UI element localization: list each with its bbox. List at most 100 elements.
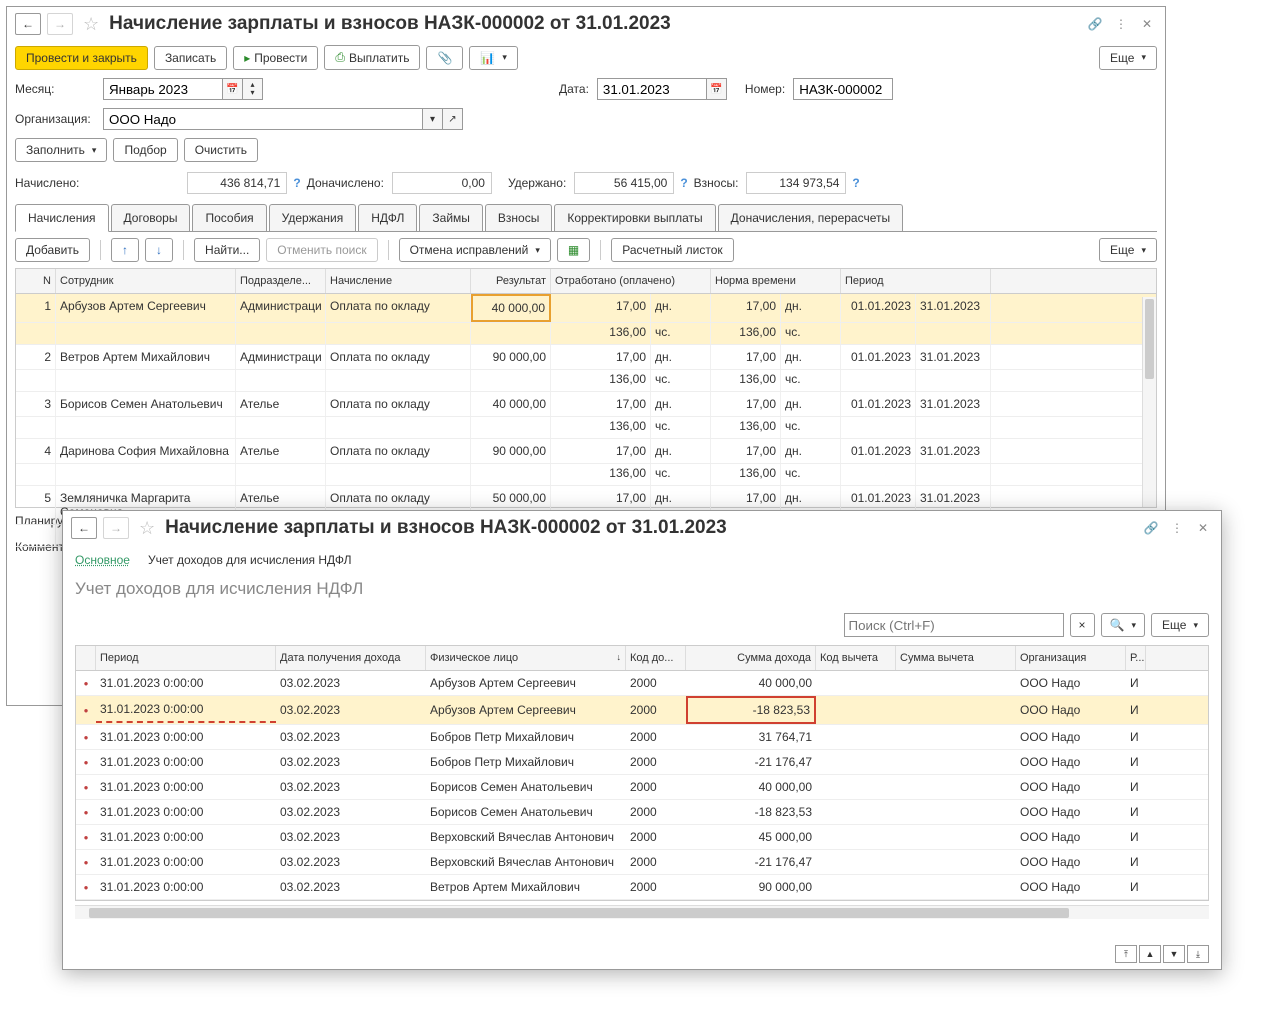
- more-button-2[interactable]: Еще: [1151, 613, 1209, 637]
- favorite-icon[interactable]: ☆: [83, 14, 99, 35]
- table-row[interactable]: ●31.01.2023 0:00:0003.02.2023Ветров Арте…: [76, 875, 1208, 900]
- table-row[interactable]: ●31.01.2023 0:00:0003.02.2023Верховский …: [76, 850, 1208, 875]
- favorite-icon-2[interactable]: ☆: [139, 518, 155, 539]
- vertical-scrollbar[interactable]: [1142, 297, 1156, 507]
- col-income-sum[interactable]: Сумма дохода: [686, 646, 816, 670]
- forward-button-2[interactable]: →: [103, 517, 129, 539]
- col-income-code[interactable]: Код до...: [626, 646, 686, 670]
- link-icon[interactable]: 🔗: [1085, 14, 1105, 34]
- page-down-button[interactable]: ▼: [1163, 945, 1185, 963]
- fill-button[interactable]: Заполнить: [15, 138, 107, 162]
- table-row[interactable]: ●31.01.2023 0:00:0003.02.2023Борисов Сем…: [76, 775, 1208, 800]
- back-button[interactable]: ←: [15, 13, 41, 35]
- col-r[interactable]: Р...: [1126, 646, 1146, 670]
- col-employee[interactable]: Сотрудник: [56, 269, 236, 293]
- table-row[interactable]: ●31.01.2023 0:00:0003.02.2023Борисов Сем…: [76, 800, 1208, 825]
- tab-2[interactable]: Пособия: [192, 204, 266, 231]
- search-mode-button[interactable]: 🔍: [1101, 613, 1145, 637]
- col-result[interactable]: Результат: [471, 269, 551, 293]
- menu-icon[interactable]: ⋮: [1111, 14, 1131, 34]
- tab-8[interactable]: Доначисления, перерасчеты: [718, 204, 903, 231]
- horizontal-scrollbar[interactable]: [75, 905, 1209, 919]
- help-icon-2[interactable]: ?: [680, 176, 687, 190]
- table-row[interactable]: ●31.01.2023 0:00:0003.02.2023Верховский …: [76, 825, 1208, 850]
- cancel-search-button[interactable]: Отменить поиск: [266, 238, 377, 262]
- save-button[interactable]: Записать: [154, 46, 227, 70]
- table-row[interactable]: ●31.01.2023 0:00:0003.02.2023Арбузов Арт…: [76, 696, 1208, 725]
- tab-main[interactable]: Основное: [75, 553, 130, 567]
- org-input[interactable]: [103, 108, 423, 130]
- accruals-grid[interactable]: N Сотрудник Подразделе... Начисление Рез…: [15, 268, 1157, 508]
- page-first-button[interactable]: ⤒: [1115, 945, 1137, 963]
- page-last-button[interactable]: ⤓: [1187, 945, 1209, 963]
- table-row[interactable]: ●31.01.2023 0:00:0003.02.2023Арбузов Арт…: [76, 671, 1208, 696]
- table-row-sub[interactable]: 136,00чс.136,00чс.: [16, 417, 1156, 439]
- clear-button[interactable]: Очистить: [184, 138, 258, 162]
- close-icon[interactable]: ✕: [1137, 14, 1157, 34]
- tab-0[interactable]: Начисления: [15, 204, 109, 232]
- number-input[interactable]: [793, 78, 893, 100]
- col-period[interactable]: Период: [96, 646, 276, 670]
- tab-7[interactable]: Корректировки выплаты: [554, 204, 715, 231]
- link-icon-2[interactable]: 🔗: [1141, 518, 1161, 538]
- move-down-button[interactable]: ↓: [145, 238, 173, 262]
- select-button[interactable]: Подбор: [113, 138, 177, 162]
- tab-3[interactable]: Удержания: [269, 204, 357, 231]
- col-n[interactable]: N: [16, 269, 56, 293]
- col-deduct-code[interactable]: Код вычета: [816, 646, 896, 670]
- tab-6[interactable]: Взносы: [485, 204, 552, 231]
- more-button[interactable]: Еще: [1099, 46, 1157, 70]
- table-row-sub[interactable]: 136,00чс.136,00чс.: [16, 323, 1156, 345]
- col-person[interactable]: Физическое лицо↓: [426, 646, 626, 670]
- col-income-date[interactable]: Дата получения дохода: [276, 646, 426, 670]
- post-button[interactable]: ▸Провести: [233, 46, 318, 70]
- back-button-2[interactable]: ←: [71, 517, 97, 539]
- table-row[interactable]: 3Борисов Семен АнатольевичАтельеОплата п…: [16, 392, 1156, 417]
- table-row[interactable]: ●31.01.2023 0:00:0003.02.2023Бобров Петр…: [76, 750, 1208, 775]
- add-button[interactable]: Добавить: [15, 238, 90, 262]
- find-button[interactable]: Найти...: [194, 238, 260, 262]
- clear-search-button[interactable]: ×: [1070, 613, 1095, 637]
- table-row[interactable]: ●31.01.2023 0:00:0003.02.2023Бобров Петр…: [76, 725, 1208, 750]
- cancel-fix-button[interactable]: Отмена исправлений: [399, 238, 551, 262]
- close-icon-2[interactable]: ✕: [1193, 518, 1213, 538]
- search-input[interactable]: [844, 613, 1064, 637]
- org-dropdown-icon[interactable]: ▾: [423, 108, 443, 130]
- tab-4[interactable]: НДФЛ: [358, 204, 417, 231]
- tab-5[interactable]: Займы: [419, 204, 483, 231]
- table-row[interactable]: 4Даринова София МихайловнаАтельеОплата п…: [16, 439, 1156, 464]
- payslip-button[interactable]: Расчетный листок: [611, 238, 733, 262]
- table-row-sub[interactable]: 136,00чс.136,00чс.: [16, 464, 1156, 486]
- col-org[interactable]: Организация: [1016, 646, 1126, 670]
- col-worked[interactable]: Отработано (оплачено): [551, 269, 711, 293]
- grid-more-button[interactable]: Еще: [1099, 238, 1157, 262]
- date-input[interactable]: [597, 78, 707, 100]
- income-grid[interactable]: Период Дата получения дохода Физическое …: [75, 645, 1209, 901]
- post-and-close-button[interactable]: Провести и закрыть: [15, 46, 148, 70]
- date-calendar-icon[interactable]: 📅: [707, 78, 727, 100]
- menu-icon-2[interactable]: ⋮: [1167, 518, 1187, 538]
- tab-ndfl[interactable]: Учет доходов для исчисления НДФЛ: [148, 553, 352, 567]
- reports-button[interactable]: 📊: [469, 46, 517, 70]
- month-input[interactable]: [103, 78, 223, 100]
- tab-1[interactable]: Договоры: [111, 204, 191, 231]
- attach-button[interactable]: 📎: [426, 46, 463, 70]
- table-row-sub[interactable]: 136,00чс.136,00чс.: [16, 370, 1156, 392]
- col-accrual[interactable]: Начисление: [326, 269, 471, 293]
- table-row[interactable]: 2Ветров Артем МихайловичАдминистрациОпла…: [16, 345, 1156, 370]
- forward-button[interactable]: →: [47, 13, 73, 35]
- month-spinner[interactable]: ▴▾: [243, 78, 263, 100]
- pay-button[interactable]: ⎙Выплатить: [324, 45, 420, 70]
- help-icon-3[interactable]: ?: [852, 176, 859, 190]
- table-row[interactable]: 1Арбузов Артем СергеевичАдминистрациОпла…: [16, 294, 1156, 323]
- help-icon[interactable]: ?: [293, 176, 300, 190]
- col-period[interactable]: Период: [841, 269, 991, 293]
- col-deduct-sum[interactable]: Сумма вычета: [896, 646, 1016, 670]
- calendar-icon[interactable]: 📅: [223, 78, 243, 100]
- page-up-button[interactable]: ▲: [1139, 945, 1161, 963]
- col-norm[interactable]: Норма времени: [711, 269, 841, 293]
- col-department[interactable]: Подразделе...: [236, 269, 326, 293]
- move-up-button[interactable]: ↑: [111, 238, 139, 262]
- show-details-button[interactable]: ▦: [557, 238, 590, 262]
- org-open-icon[interactable]: ↗: [443, 108, 463, 130]
